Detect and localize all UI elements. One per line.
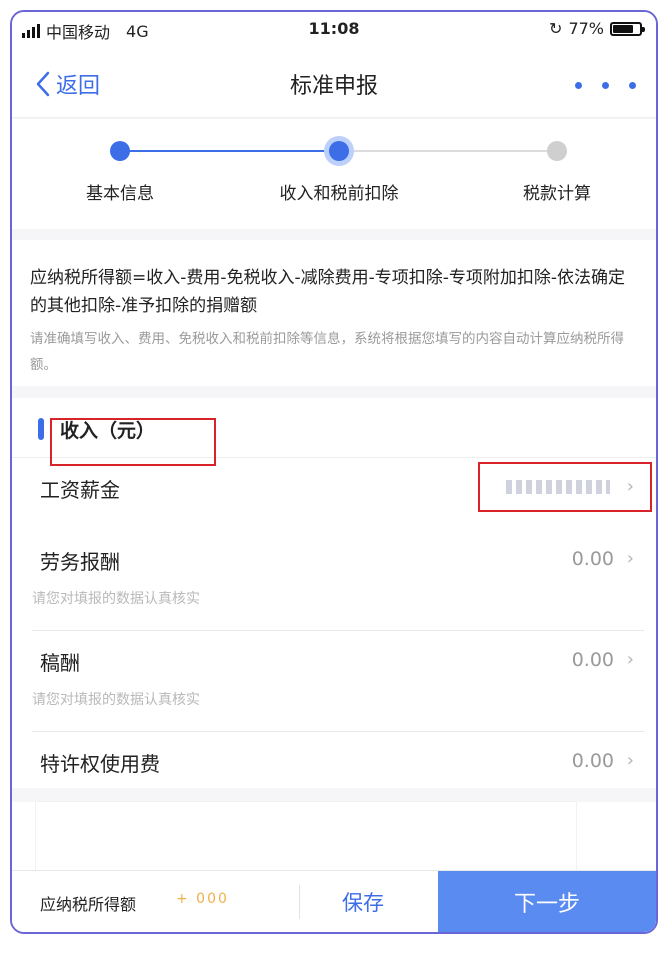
- income-row-labor[interactable]: 劳务报酬 0.00 › 请您对填报的数据认真核实: [12, 530, 656, 630]
- step-3-label: 税款计算: [523, 184, 591, 204]
- income-row-royalty[interactable]: 稿酬 0.00 › 请您对填报的数据认真核实: [12, 631, 656, 731]
- collapsed-section: [12, 802, 656, 870]
- battery-icon: [610, 21, 645, 36]
- step-2-label: 收入和税前扣除: [279, 184, 399, 204]
- status-bar: 中国移动 4G 11:08 ↻ 77%: [12, 12, 656, 48]
- taxable-income-label: 应纳税所得额: [40, 895, 137, 914]
- next-step-button[interactable]: 下一步: [438, 871, 656, 932]
- step-1-dot: [110, 141, 130, 161]
- row-hint: 请您对填报的数据认真核实: [32, 591, 200, 607]
- more-dots-icon: [575, 82, 582, 89]
- more-menu-button[interactable]: [575, 82, 636, 89]
- row-label: 工资薪金: [40, 478, 120, 502]
- battery-percent: 77%: [568, 19, 604, 38]
- taxable-income-value: + 000: [176, 891, 229, 907]
- chevron-right-icon: ›: [626, 649, 634, 670]
- highlight-box-salary-value: [478, 462, 652, 512]
- stepper-track-done: [120, 150, 338, 152]
- income-row-franchise[interactable]: 特许权使用费 0.00 ›: [12, 732, 656, 788]
- row-value: 0.00: [571, 548, 614, 570]
- section-marker: [38, 418, 44, 440]
- stepper-track-pending: [338, 150, 556, 152]
- rotation-lock-icon: ↻: [549, 19, 563, 38]
- row-value: 0.00: [571, 649, 614, 671]
- formula-note: 请准确填写收入、费用、免税收入和税前扣除等信息，系统将根据您填写的内容自动计算应…: [30, 331, 624, 373]
- step-3-dot: [547, 141, 567, 161]
- row-label: 稿酬: [40, 651, 80, 675]
- phone-frame: 中国移动 4G 11:08 ↻ 77% 返回 标准申报 基本信息 收入和税前扣除…: [10, 10, 658, 934]
- row-label: 劳务报酬: [40, 550, 120, 574]
- page-title: 标准申报: [289, 74, 378, 99]
- row-label: 特许权使用费: [40, 752, 160, 776]
- navigation-bar: 返回 标准申报: [12, 48, 656, 118]
- formula-text: 应纳税所得额=收入-费用-免税收入-减除费用-专项扣除-专项附加扣除-依法确定的…: [30, 268, 626, 316]
- progress-stepper: 基本信息 收入和税前扣除 税款计算: [12, 119, 656, 229]
- row-value: 0.00: [571, 750, 614, 772]
- income-section-header: 收入（元）: [12, 398, 656, 466]
- step-2-dot: [329, 141, 349, 161]
- formula-card: 应纳税所得额=收入-费用-免税收入-减除费用-专项扣除-专项附加扣除-依法确定的…: [12, 240, 656, 386]
- blank-card: [36, 802, 576, 870]
- income-section: 收入（元） 工资薪金 › 劳务报酬 0.00 › 请您对填报的数据认真核实 稿酬…: [12, 398, 656, 788]
- row-hint: 请您对填报的数据认真核实: [32, 692, 200, 708]
- income-row-salary[interactable]: 工资薪金 ›: [12, 458, 656, 530]
- save-button[interactable]: 保存: [342, 887, 384, 917]
- step-1-label: 基本信息: [86, 184, 154, 204]
- chevron-right-icon: ›: [626, 548, 634, 569]
- bottom-bar: 应纳税所得额 + 000 保存 下一步: [12, 870, 656, 932]
- battery-fill: [613, 24, 633, 33]
- chevron-right-icon: ›: [626, 750, 634, 771]
- divider: [299, 885, 300, 919]
